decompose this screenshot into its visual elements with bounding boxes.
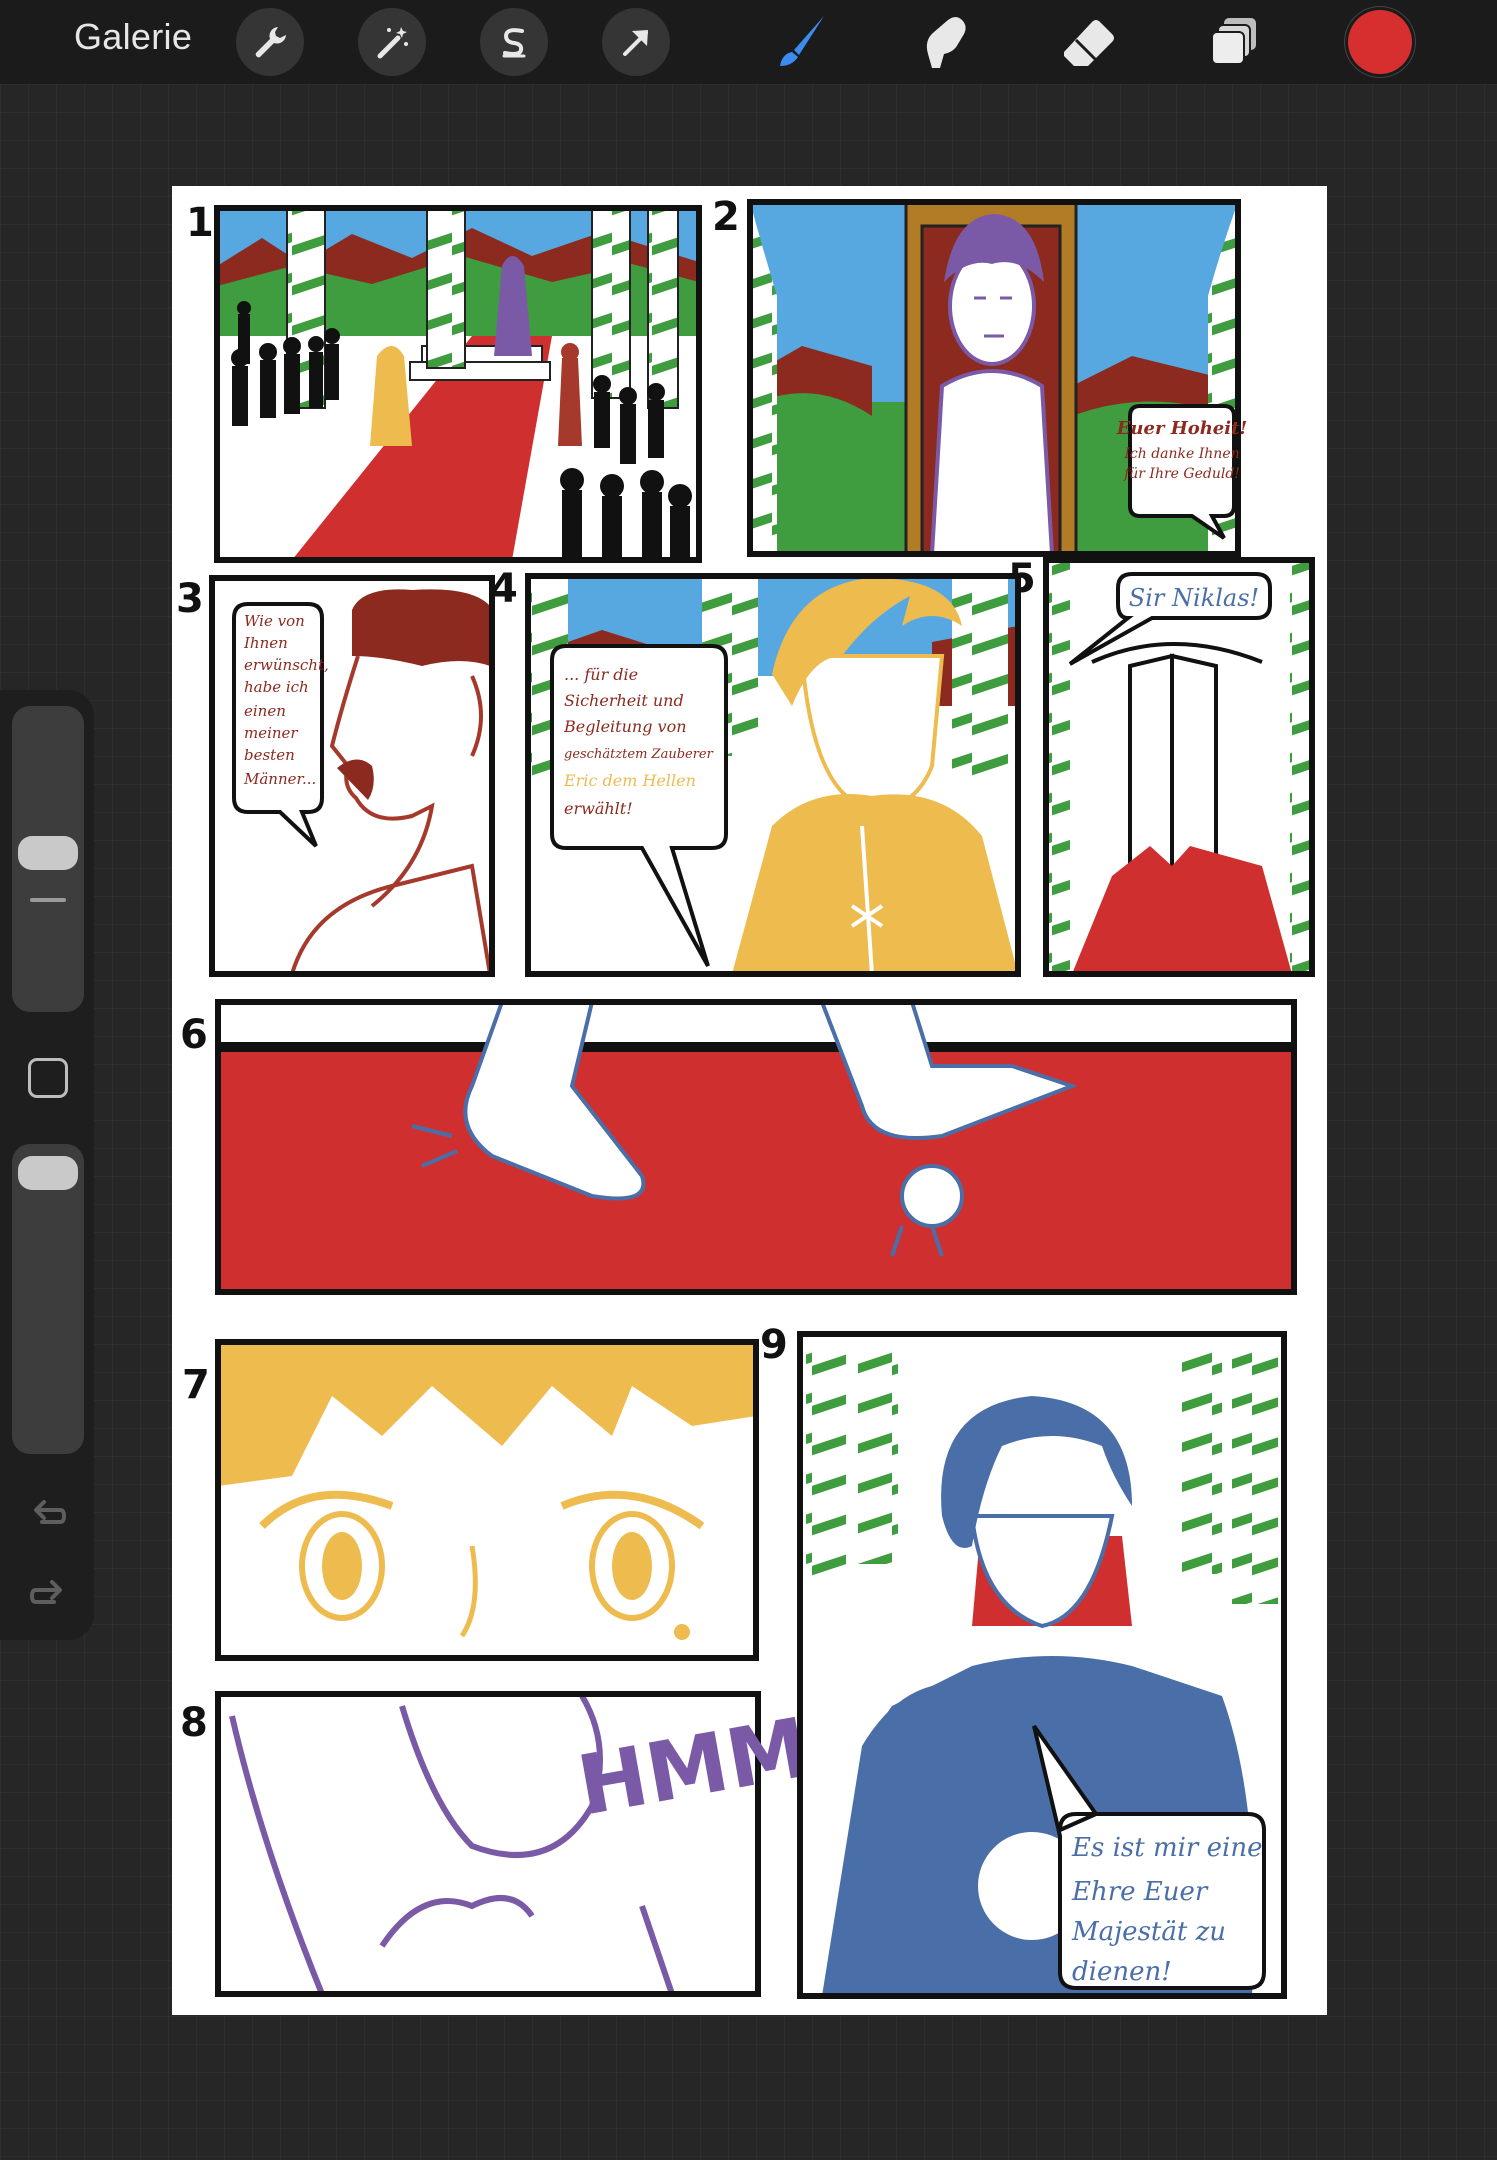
svg-text:Begleitung von: Begleitung von [563,717,687,736]
undo-button[interactable] [22,1490,74,1542]
panel-6-art [218,1002,1294,1292]
panel-1-art [217,208,699,560]
svg-text:... für die: ... für die [564,665,638,684]
color-picker-button[interactable] [1348,10,1412,74]
smudge-tool[interactable] [910,6,982,78]
smudge-icon [926,17,966,68]
drawing-canvas[interactable]: 1 2 3 4 5 6 7 8 9 Euer Hoheit! Ich danke… [172,186,1327,2015]
brush-tool[interactable] [766,6,838,78]
panel-5-art [1046,560,1312,974]
transform-button[interactable] [602,8,670,76]
svg-text:einen: einen [244,702,286,720]
svg-text:Ich danke Ihnen: Ich danke Ihnen [1123,446,1239,462]
undo-icon [34,1500,67,1524]
svg-text:erwählt!: erwählt! [564,799,633,818]
panel-7-art [218,1342,756,1658]
svg-text:Euer Hoheit!: Euer Hoheit! [1116,418,1248,439]
svg-text:Es ist mir eine: Es ist mir eine [1071,1833,1262,1863]
svg-text:Ihnen: Ihnen [243,634,288,652]
panel-number-1: 1 [186,200,214,246]
panel-number-8: 8 [180,1700,208,1746]
svg-text:Majestät zu: Majestät zu [1071,1917,1226,1947]
transform-arrow-icon [623,30,648,56]
panel-number-9: 9 [760,1322,788,1368]
magic-wand-icon [377,27,408,59]
top-toolbar: Galerie [0,0,1497,84]
svg-text:Sicherheit und: Sicherheit und [564,691,684,710]
brush-opacity-slider[interactable] [12,1144,84,1454]
panel-number-6: 6 [180,1012,208,1058]
layers-icon [1211,18,1256,65]
wrench-icon [255,27,286,58]
slider-divider [30,898,66,902]
svg-text:Wie von: Wie von [244,612,305,630]
brush-size-thumb[interactable] [18,836,78,870]
brush-icon [780,16,824,66]
svg-text:für Ihre Geduld!: für Ihre Geduld! [1123,466,1240,482]
svg-text:meiner: meiner [244,724,298,742]
svg-text:dienen!: dienen! [1072,1957,1172,1987]
actions-button[interactable] [236,8,304,76]
gallery-button[interactable]: Galerie [74,16,192,58]
redo-icon [29,1580,62,1604]
brush-opacity-thumb[interactable] [18,1156,78,1190]
modify-square-button[interactable] [28,1058,68,1098]
panel-3-speech-bubble: Wie von Ihnen erwünscht, habe ich einen … [232,602,329,848]
panel-number-7: 7 [182,1362,210,1408]
comic-page: 1 2 3 4 5 6 7 8 9 Euer Hoheit! Ich danke… [176,194,1315,1999]
svg-text:erwünscht,: erwünscht, [244,656,329,674]
layers-tool[interactable] [1198,6,1270,78]
svg-text:geschätztem Zauberer: geschätztem Zauberer [564,747,714,762]
eraser-tool[interactable] [1052,6,1124,78]
svg-text:Ehre Euer: Ehre Euer [1071,1877,1209,1907]
adjustments-button[interactable] [358,8,426,76]
selection-s-icon [502,28,526,58]
eraser-icon [1064,20,1114,66]
selection-button[interactable] [480,8,548,76]
panel-number-2: 2 [712,194,740,240]
svg-text:habe ich: habe ich [244,678,309,696]
svg-text:Sir Niklas!: Sir Niklas! [1129,584,1259,612]
svg-text:besten: besten [244,746,295,764]
redo-button[interactable] [22,1570,74,1622]
panel-number-3: 3 [176,576,204,622]
svg-text:Eric dem Hellen: Eric dem Hellen [563,771,696,790]
svg-text:Männer...: Männer... [243,770,316,788]
